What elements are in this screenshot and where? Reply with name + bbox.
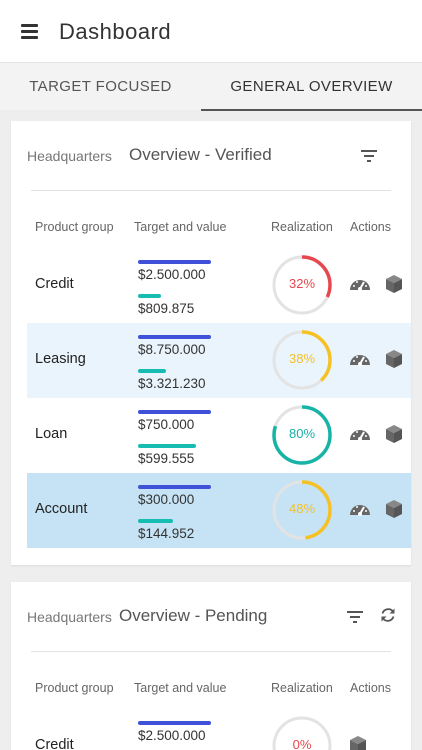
value-bar [138, 294, 161, 298]
target-bar [138, 721, 211, 725]
target-bar [138, 260, 211, 264]
table-row[interactable]: Credit $2.500.000 $809.875 32% [27, 248, 411, 323]
realization-percent: 80% [288, 426, 316, 441]
target-value: $300.000 [138, 492, 195, 507]
card-title: Overview - Verified [129, 145, 272, 164]
actual-value: $599.555 [138, 451, 195, 466]
table-header: Product group Target and value Realizati… [11, 681, 411, 701]
table-row[interactable]: Account $300.000 $144.952 48% [27, 473, 411, 548]
product-name: Account [35, 501, 88, 517]
col-target-value: Target and value [134, 681, 227, 695]
box-icon[interactable] [385, 274, 403, 294]
value-bar [138, 369, 166, 373]
page-title: Dashboard [59, 19, 172, 44]
product-name: Loan [35, 426, 68, 442]
col-actions: Actions [350, 681, 391, 695]
card-header: Headquarters Overview - Pending [11, 582, 411, 652]
col-target-value: Target and value [134, 220, 227, 234]
tab-bar: TARGET FOCUSED GENERAL OVERVIEW [0, 62, 422, 111]
value-bar [138, 519, 173, 523]
product-name: Credit [35, 737, 74, 750]
box-icon[interactable] [349, 735, 367, 750]
col-realization: Realization [271, 220, 333, 234]
product-name: Leasing [35, 351, 86, 367]
table-row[interactable]: Credit $2.500.000 0% [27, 709, 411, 750]
overview-card-pending: Headquarters Overview - Pending Product … [11, 582, 411, 750]
col-product-group: Product group [35, 681, 114, 695]
table-row[interactable]: Loan $750.000 $599.555 80% [27, 398, 411, 473]
speedometer-icon[interactable] [349, 499, 371, 517]
app-bar: Dashboard [0, 0, 422, 62]
realization-percent: 48% [288, 501, 316, 516]
realization-percent: 0% [292, 737, 312, 750]
location-label: Headquarters [27, 609, 112, 625]
box-icon[interactable] [385, 499, 403, 519]
card-header: Headquarters Overview - Verified [11, 121, 411, 191]
actual-value: $809.875 [138, 301, 195, 316]
filter-icon[interactable] [347, 611, 363, 623]
speedometer-icon[interactable] [349, 349, 371, 367]
menu-icon[interactable] [21, 24, 38, 39]
target-bar [138, 410, 211, 414]
target-value: $8.750.000 [138, 342, 206, 357]
target-bar [138, 335, 211, 339]
col-realization: Realization [271, 681, 333, 695]
divider [31, 190, 391, 191]
box-icon[interactable] [385, 424, 403, 444]
col-product-group: Product group [35, 220, 114, 234]
target-value: $2.500.000 [138, 267, 206, 282]
divider [31, 651, 391, 652]
target-value: $750.000 [138, 417, 195, 432]
speedometer-icon[interactable] [349, 274, 371, 292]
box-icon[interactable] [385, 349, 403, 369]
tab-target-focused[interactable]: TARGET FOCUSED [0, 63, 201, 111]
table-row[interactable]: Leasing $8.750.000 $3.321.230 38% [27, 323, 411, 398]
table-header: Product group Target and value Realizati… [11, 220, 411, 240]
overview-card-verified: Headquarters Overview - Verified Product… [11, 121, 411, 565]
product-name: Credit [35, 276, 74, 292]
actual-value: $3.321.230 [138, 376, 206, 391]
card-title: Overview - Pending [119, 606, 268, 625]
target-value: $2.500.000 [138, 728, 206, 743]
tab-general-overview[interactable]: GENERAL OVERVIEW [201, 63, 422, 111]
filter-icon[interactable] [361, 150, 377, 162]
refresh-icon[interactable] [380, 607, 396, 623]
target-bar [138, 485, 211, 489]
value-bar [138, 444, 196, 448]
actual-value: $144.952 [138, 526, 195, 541]
realization-percent: 38% [288, 351, 316, 366]
col-actions: Actions [350, 220, 391, 234]
realization-percent: 32% [288, 276, 316, 291]
speedometer-icon[interactable] [349, 424, 371, 442]
location-label: Headquarters [27, 148, 112, 164]
